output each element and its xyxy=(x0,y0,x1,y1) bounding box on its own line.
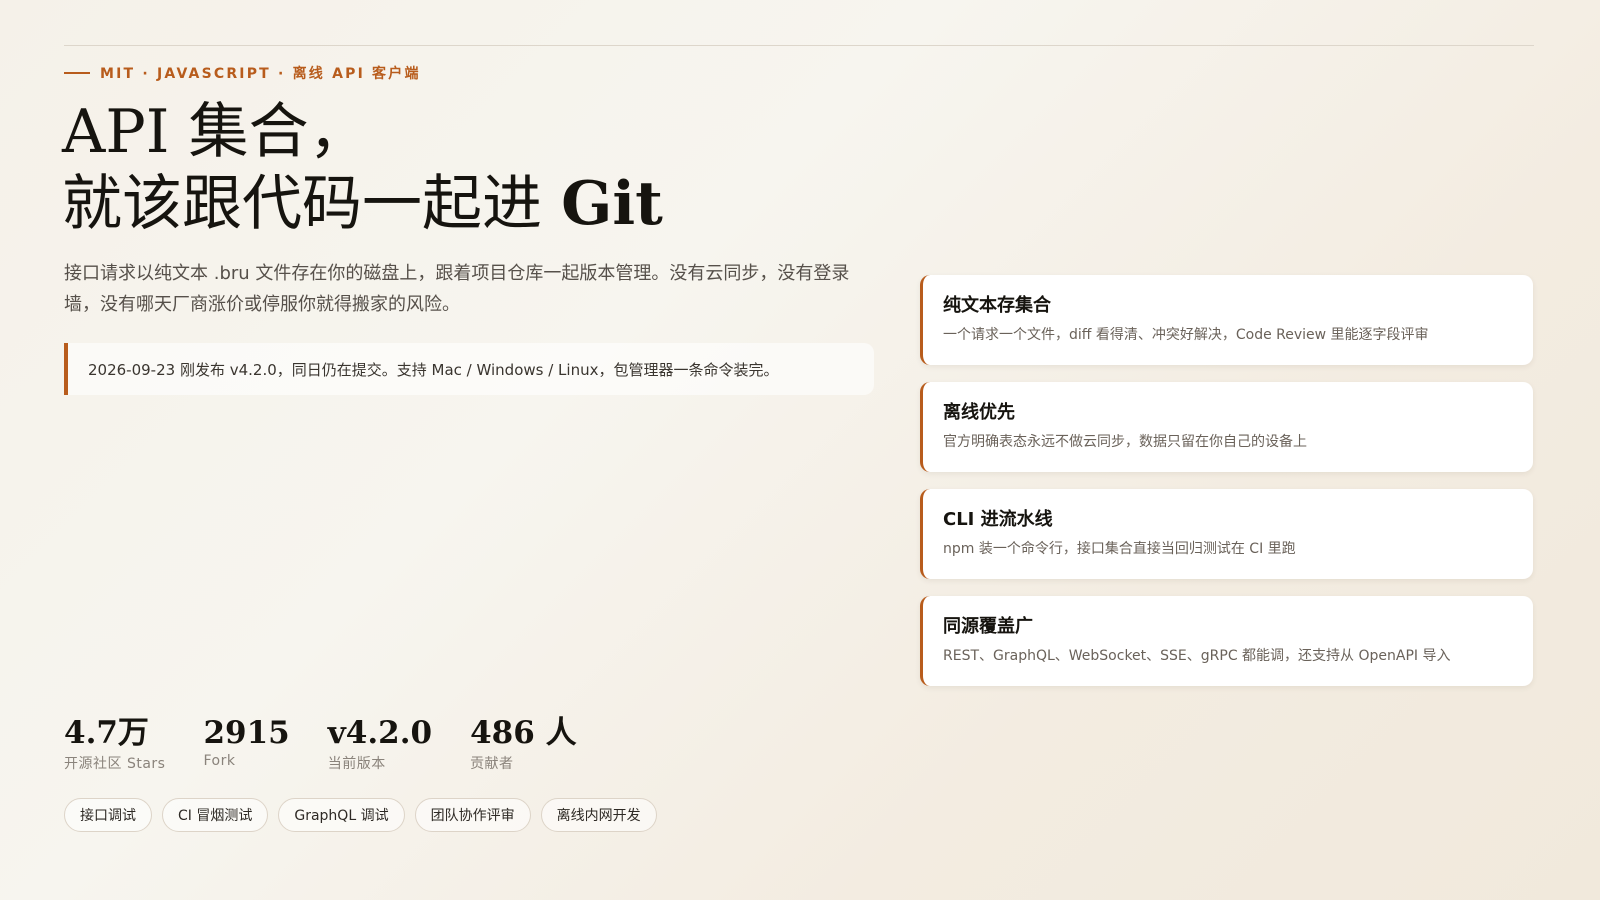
stat-label: 开源社区 Stars xyxy=(64,756,166,772)
feature-card-offline: 离线优先 官方明确表态永远不做云同步，数据只留在你自己的设备上 xyxy=(920,382,1533,472)
tag-graphql-debug[interactable]: GraphQL 调试 xyxy=(278,798,405,832)
eyebrow-text: MIT · JAVASCRIPT · 离线 API 客户端 xyxy=(100,66,421,82)
feature-card-protocols: 同源覆盖广 REST、GraphQL、WebSocket、SSE、gRPC 都能… xyxy=(920,596,1533,686)
feature-desc: 一个请求一个文件，diff 看得清、冲突好解决，Code Review 里能逐字… xyxy=(943,327,1429,343)
stat-value: 2915 xyxy=(203,715,290,751)
feature-title: 纯文本存集合 xyxy=(943,295,1051,316)
release-notice-text: 2026-09-23 刚发布 v4.2.0，同日仍在提交。支持 Mac / Wi… xyxy=(88,360,779,379)
title-line-1: API 集合， xyxy=(62,97,369,167)
tag-list: 接口调试 CI 冒烟测试 GraphQL 调试 团队协作评审 离线内网开发 xyxy=(64,798,657,832)
stat-label: 贡献者 xyxy=(470,756,514,772)
tag-ci-smoke-test[interactable]: CI 冒烟测试 xyxy=(162,798,269,832)
feature-list: 纯文本存集合 一个请求一个文件，diff 看得清、冲突好解决，Code Revi… xyxy=(920,275,1533,703)
tag-offline-intranet[interactable]: 离线内网开发 xyxy=(540,798,657,832)
feature-card-cli: CLI 进流水线 npm 装一个命令行，接口集合直接当回归测试在 CI 里跑 xyxy=(920,489,1533,579)
feature-title: 同源覆盖广 xyxy=(943,616,1033,637)
stat-stars: 4.7万 开源社区 Stars xyxy=(64,715,165,773)
stat-value: v4.2.0 xyxy=(327,715,433,751)
stat-version: v4.2.0 当前版本 xyxy=(328,715,432,773)
stat-label: 当前版本 xyxy=(327,756,386,772)
stat-forks: 2915 Fork xyxy=(203,715,289,773)
page-title: API 集合， 就该跟代码一起进 Git xyxy=(62,96,663,240)
title-emphasis: Git xyxy=(561,169,663,239)
eyebrow: MIT · JAVASCRIPT · 离线 API 客户端 xyxy=(64,63,421,83)
tag-api-debug[interactable]: 接口调试 xyxy=(64,798,152,832)
eyebrow-dash xyxy=(64,72,90,74)
stat-label: Fork xyxy=(203,753,236,769)
feature-desc: npm 装一个命令行，接口集合直接当回归测试在 CI 里跑 xyxy=(943,541,1296,557)
tag-team-review[interactable]: 团队协作评审 xyxy=(414,798,531,832)
stat-contributors: 486 人 贡献者 xyxy=(470,715,577,773)
release-notice: 2026-09-23 刚发布 v4.2.0，同日仍在提交。支持 Mac / Wi… xyxy=(64,343,874,395)
feature-card-plaintext: 纯文本存集合 一个请求一个文件，diff 看得清、冲突好解决，Code Revi… xyxy=(920,275,1533,365)
top-divider xyxy=(64,45,1534,46)
title-line-2: 就该跟代码一起进 xyxy=(62,169,562,239)
stat-value: 4.7万 xyxy=(64,715,149,751)
feature-title: CLI 进流水线 xyxy=(943,509,1053,530)
stat-value: 486 人 xyxy=(470,715,577,751)
stats-row: 4.7万 开源社区 Stars 2915 Fork v4.2.0 当前版本 48… xyxy=(64,715,615,773)
lead-paragraph: 接口请求以纯文本 .bru 文件存在你的磁盘上，跟着项目仓库一起版本管理。没有云… xyxy=(64,263,850,315)
feature-desc: 官方明确表态永远不做云同步，数据只留在你自己的设备上 xyxy=(943,434,1307,450)
feature-desc: REST、GraphQL、WebSocket、SSE、gRPC 都能调，还支持从… xyxy=(943,648,1451,664)
feature-title: 离线优先 xyxy=(943,402,1015,423)
